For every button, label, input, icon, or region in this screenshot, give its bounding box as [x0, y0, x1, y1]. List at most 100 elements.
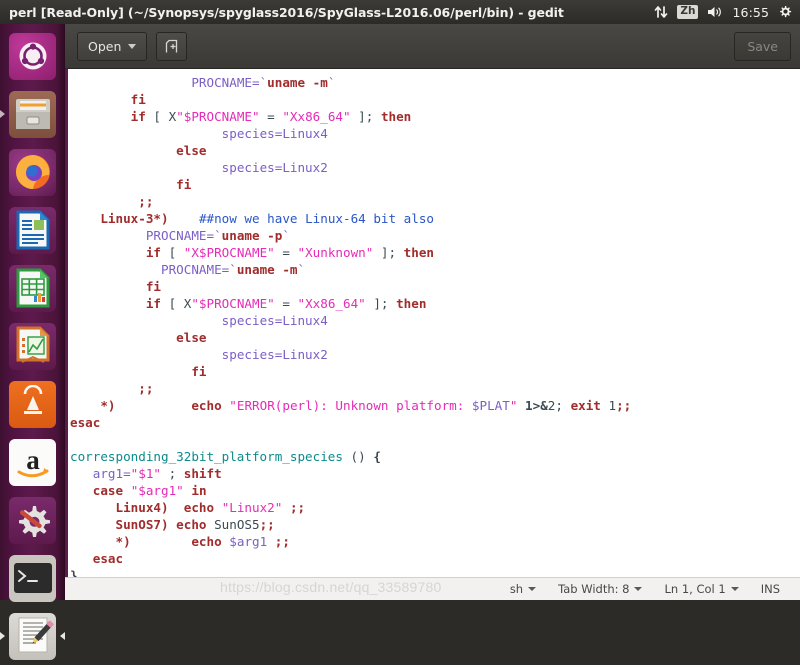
code-token: Linux4) — [115, 500, 169, 515]
code-token: then — [396, 296, 427, 311]
code-line: fi — [70, 278, 800, 295]
code-token: "X$PROCNAME" — [183, 245, 275, 260]
code-token: uname -p — [221, 228, 283, 243]
code-token: Linux-3*) — [100, 211, 169, 226]
libreoffice-calc-icon — [9, 264, 56, 312]
cursor-position[interactable]: Ln 1, Col 1 — [653, 578, 749, 601]
code-token: then — [380, 109, 412, 124]
clock[interactable]: 16:55 — [732, 0, 769, 24]
launcher-item-libreoffice-calc[interactable] — [0, 259, 65, 317]
code-line: species=Linux4 — [70, 312, 800, 329]
launcher-item-files[interactable] — [0, 85, 65, 143]
code-line: esac — [70, 414, 800, 431]
clock-label: 16:55 — [732, 4, 769, 20]
code-line: PROCNAME=`uname -p` — [70, 227, 800, 244]
code-token: echo — [183, 500, 215, 515]
code-token: fi — [191, 364, 207, 379]
launcher-item-system-settings[interactable] — [0, 491, 65, 549]
code-token: echo — [176, 517, 207, 532]
code-token: { — [373, 449, 381, 464]
insert-mode-label: INS — [760, 582, 780, 596]
code-token: if — [130, 109, 146, 124]
code-token: "$1" — [130, 466, 162, 481]
ubuntu-software-icon — [9, 380, 56, 428]
terminal-icon — [9, 554, 56, 602]
code-line: corresponding_32bit_platform_species () … — [70, 448, 800, 465]
power-gear-icon[interactable] — [778, 0, 792, 24]
code-line: else — [70, 329, 800, 346]
source-code[interactable]: PROCNAME=`uname -m` fi if [ X"$PROCNAME"… — [68, 69, 800, 577]
code-token: 1 — [608, 398, 617, 413]
code-token: $arg1 — [229, 534, 268, 549]
open-button[interactable]: Open — [77, 31, 148, 61]
launcher-item-ubuntu-dash[interactable] — [0, 27, 65, 85]
code-token: () — [342, 449, 374, 464]
new-document-button[interactable] — [156, 31, 188, 61]
code-token: ;; — [138, 194, 154, 209]
new-document-icon — [166, 39, 178, 52]
code-token: if — [145, 296, 161, 311]
network-up-down-icon[interactable] — [654, 0, 668, 24]
chevron-down-icon — [128, 43, 137, 49]
save-button[interactable]: Save — [734, 31, 791, 61]
code-line: ;; — [70, 193, 800, 210]
code-token: ;; — [616, 398, 632, 413]
code-line: fi — [70, 91, 800, 108]
launcher-item-ubuntu-software[interactable] — [0, 375, 65, 433]
language-selector[interactable]: sh — [499, 578, 547, 601]
code-line: SunOS7) echo SunOS5;; — [70, 516, 800, 533]
code-token: ` — [327, 75, 336, 90]
code-token: "Xx86_64" — [282, 109, 351, 124]
code-token: ; — [161, 466, 184, 481]
code-line: if [ X"$PROCNAME" = "Xx86_64" ]; then — [70, 295, 800, 312]
code-token: in — [191, 483, 207, 498]
code-token: = — [274, 245, 298, 260]
code-token: = — [274, 296, 298, 311]
input-method-indicator[interactable]: Zh — [677, 0, 699, 24]
code-token: ;; — [138, 381, 154, 396]
launcher-item-amazon[interactable]: a — [0, 433, 65, 491]
amazon-icon: a — [9, 438, 56, 486]
code-line: fi — [70, 363, 800, 380]
code-token: "$arg1" — [130, 483, 184, 498]
volume-icon[interactable] — [707, 0, 723, 24]
tab-width-selector[interactable]: Tab Width: 8 — [547, 578, 653, 601]
launcher-running-indicator — [0, 110, 5, 118]
launcher-item-gedit[interactable] — [0, 607, 65, 665]
code-line: else — [70, 142, 800, 159]
code-token: "Xx86_64" — [297, 296, 366, 311]
code-token: PROCNAME= — [161, 262, 230, 277]
chevron-down-icon — [634, 587, 643, 591]
code-token: ]; — [350, 109, 381, 124]
code-token: species=Linux2 — [221, 160, 328, 175]
input-method-label: Zh — [677, 5, 699, 19]
code-token: [ X — [145, 109, 177, 124]
launcher-item-libreoffice-writer[interactable] — [0, 201, 65, 259]
launcher-item-firefox[interactable] — [0, 143, 65, 201]
launcher-item-terminal[interactable] — [0, 549, 65, 607]
watermark: https://blog.csdn.net/qq_33589780 — [220, 579, 442, 595]
code-line: species=Linux2 — [70, 159, 800, 176]
window-title: perl [Read-Only] (~/Synopsys/spyglass201… — [9, 4, 564, 20]
code-token: ` — [297, 262, 306, 277]
gedit-window: Open Save PROCNAME=`uname -m` fi if [ X"… — [65, 24, 800, 600]
text-editor-area[interactable]: PROCNAME=`uname -m` fi if [ X"$PROCNAME"… — [65, 69, 800, 577]
insert-mode-indicator[interactable]: INS — [750, 578, 791, 601]
ubuntu-dash-icon — [9, 32, 56, 80]
code-token: ;; — [259, 517, 275, 532]
files-icon — [9, 90, 56, 138]
code-token: echo — [191, 398, 222, 413]
code-token: exit — [570, 398, 601, 413]
code-token: case — [92, 483, 124, 498]
code-line: if [ "X$PROCNAME" = "Xunknown" ]; then — [70, 244, 800, 261]
code-token: ]; — [365, 296, 397, 311]
code-token: >& — [532, 398, 548, 413]
save-button-label: Save — [747, 38, 778, 54]
launcher-item-libreoffice-impress[interactable] — [0, 317, 65, 375]
